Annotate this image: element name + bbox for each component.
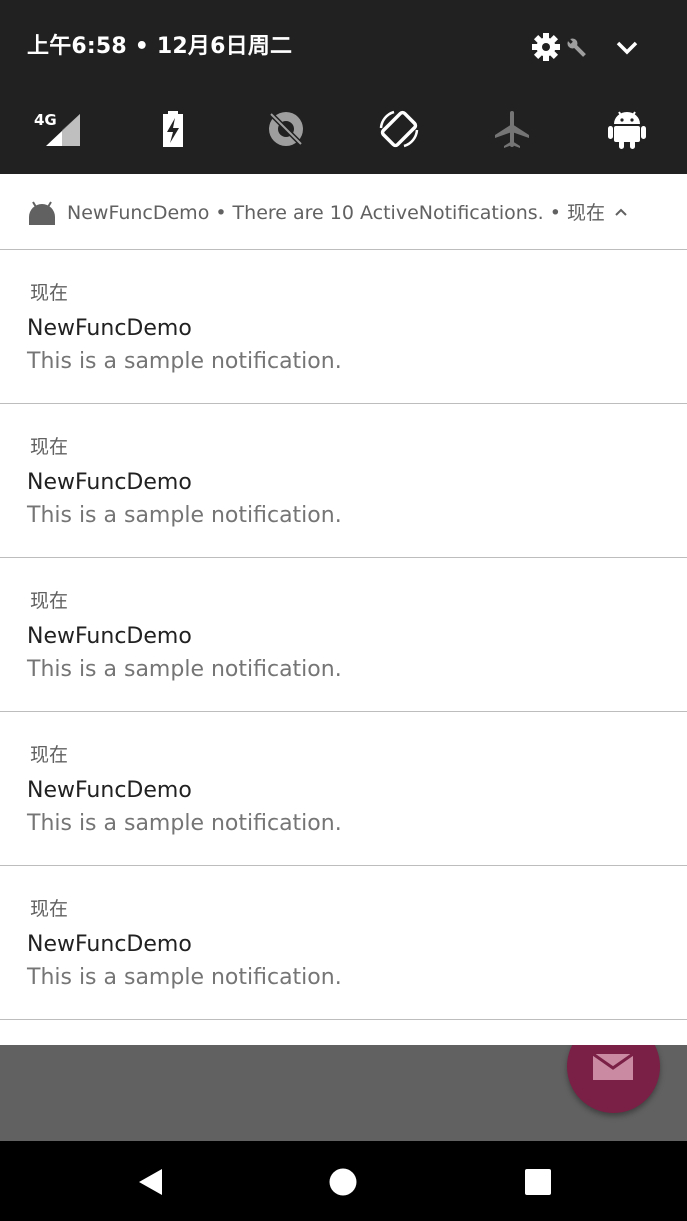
- group-summary: There are 10 ActiveNotifications.: [232, 202, 544, 224]
- notification-panel: NewFuncDemo • There are 10 ActiveNotificat…: [0, 174, 687, 1045]
- notification-time: 现在: [30, 282, 69, 304]
- location-tile[interactable]: [265, 108, 307, 150]
- notification-item[interactable]: 现在 NewFuncDemo This is a sample notifica…: [0, 558, 687, 712]
- airplane-mode-tile[interactable]: [491, 108, 533, 150]
- auto-rotate-tile[interactable]: [378, 108, 420, 150]
- chevron-up-icon[interactable]: [613, 204, 629, 220]
- notification-item[interactable]: 现在 NewFuncDemo This is a sample notifica…: [0, 712, 687, 866]
- chevron-down-icon[interactable]: [612, 36, 642, 60]
- settings-button[interactable]: [530, 30, 590, 64]
- quick-settings-header: 上午6:58 • 12月6日周二 4G: [0, 0, 687, 174]
- notification-time: 现在: [30, 744, 69, 766]
- notification-text: This is a sample notification.: [27, 811, 342, 836]
- notification-title: NewFuncDemo: [27, 932, 192, 957]
- notification-text: This is a sample notification.: [27, 965, 342, 990]
- notification-text: This is a sample notification.: [27, 349, 342, 374]
- battery-saver-icon: [163, 111, 183, 147]
- notification-text: This is a sample notification.: [27, 657, 342, 682]
- mail-icon: [592, 1053, 634, 1080]
- airplane-mode-icon: [495, 111, 529, 148]
- app-android-icon: [29, 200, 55, 225]
- notification-title: NewFuncDemo: [27, 624, 192, 649]
- auto-rotate-icon: [379, 110, 419, 148]
- notification-title: NewFuncDemo: [27, 778, 192, 803]
- android-icon: [608, 111, 646, 149]
- notification-time: 现在: [30, 898, 69, 920]
- notification-item[interactable]: 现在 NewFuncDemo This is a sample notifica…: [0, 866, 687, 1020]
- date-time-label: 上午6:58 • 12月6日周二: [27, 34, 293, 59]
- group-app-name: NewFuncDemo: [67, 202, 210, 224]
- notification-title: NewFuncDemo: [27, 470, 192, 495]
- notification-time: 现在: [30, 436, 69, 458]
- separator-dot: •: [549, 202, 561, 224]
- wrench-icon: [567, 38, 586, 57]
- notification-title: NewFuncDemo: [27, 316, 192, 341]
- group-time: 现在: [566, 202, 605, 224]
- notification-text: This is a sample notification.: [27, 503, 342, 528]
- back-triangle-icon: [139, 1169, 162, 1195]
- notification-item[interactable]: 现在 NewFuncDemo This is a sample notifica…: [0, 404, 687, 558]
- battery-saver-tile[interactable]: [152, 108, 194, 150]
- recents-square-icon: [525, 1169, 551, 1195]
- back-button[interactable]: [137, 1167, 167, 1197]
- notification-group-header[interactable]: NewFuncDemo • There are 10 ActiveNotificat…: [0, 174, 687, 250]
- notification-time: 现在: [30, 590, 69, 612]
- home-circle-icon: [329, 1168, 357, 1196]
- android-tile[interactable]: [606, 108, 648, 150]
- separator-dot: •: [215, 202, 227, 224]
- notification-item[interactable]: 现在 NewFuncDemo This is a sample notifica…: [0, 250, 687, 404]
- recents-button[interactable]: [523, 1167, 553, 1197]
- gear-icon: [532, 33, 560, 61]
- home-button[interactable]: [328, 1167, 358, 1197]
- network-type-label: 4G: [34, 111, 57, 129]
- navigation-bar: [0, 1141, 687, 1221]
- location-off-icon: [269, 112, 303, 146]
- cellular-signal-tile[interactable]: 4G: [34, 108, 80, 150]
